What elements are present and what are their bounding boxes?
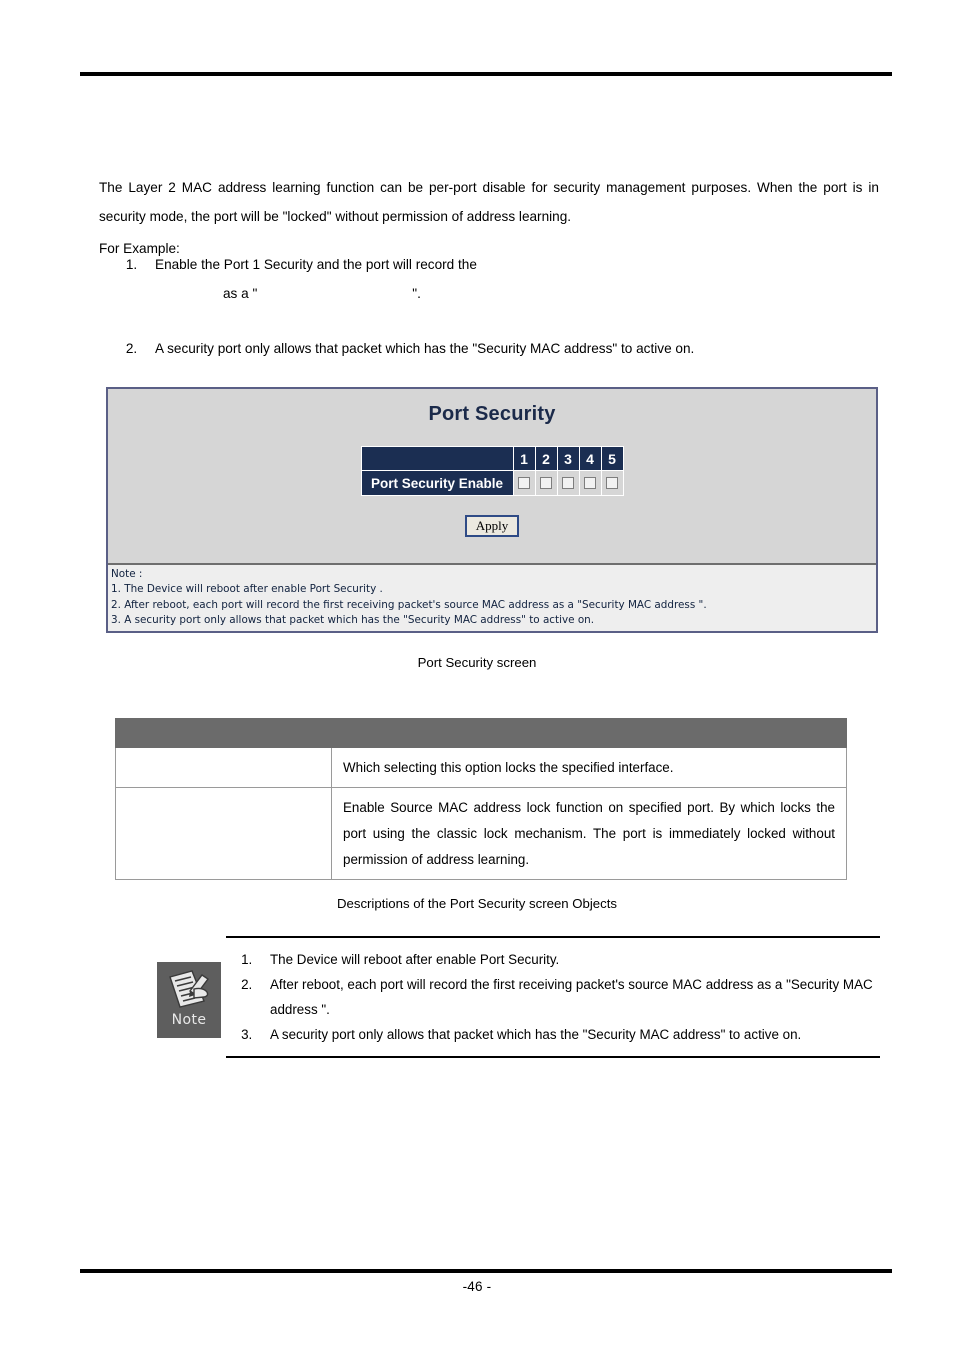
list-item: After reboot, each port will record the … (256, 972, 880, 1022)
note-rule-bottom (226, 1056, 880, 1058)
port-security-checkbox-cell-5[interactable] (600, 470, 624, 496)
table-corner-cell (360, 446, 514, 471)
list-item: A security port only allows that packet … (256, 1022, 880, 1047)
desc-header-description (331, 718, 847, 748)
screen-note-panel: Note : 1. The Device will reboot after e… (108, 563, 876, 631)
desc-description-2: Enable Source MAC address lock function … (331, 787, 847, 880)
port-security-checkbox-cell-3[interactable] (556, 470, 580, 496)
screen-note-line-0: Note : (111, 568, 143, 581)
checkbox-icon-port-1[interactable] (518, 476, 530, 489)
screen-note-line-1: 1. The Device will reboot after enable P… (111, 583, 383, 596)
table-header-row: 1 2 3 4 5 (360, 446, 624, 471)
descriptions-table-caption: Descriptions of the Port Security screen… (337, 896, 617, 911)
example-2-line1: A security port only allows that packet … (155, 341, 695, 356)
port-header-2: 2 (534, 446, 558, 471)
example-list: Enable the Port 1 Security and the port … (99, 250, 879, 363)
port-header-3: 3 (556, 446, 580, 471)
port-security-checkbox-cell-2[interactable] (534, 470, 558, 496)
example-1-line1: Enable the Port 1 Security and the port … (155, 257, 477, 272)
screen-note-line-2: 2. After reboot, each port will record t… (111, 598, 707, 611)
port-header-1: 1 (512, 446, 536, 471)
desc-description-1: Which selecting this option locks the sp… (331, 747, 847, 788)
note-callout: The Device will reboot after enable Port… (226, 936, 880, 1058)
port-security-checkbox-cell-4[interactable] (578, 470, 602, 496)
port-security-table-wrapper: 1 2 3 4 5 Port Security Enable (108, 446, 876, 496)
screen-note-line-3: 3. A security port only allows that pack… (111, 613, 595, 626)
list-item: Enable the Port 1 Security and the port … (141, 250, 879, 308)
table-row: Which selecting this option locks the sp… (115, 747, 847, 788)
port-security-checkbox-cell-1[interactable] (512, 470, 536, 496)
list-item: A security port only allows that packet … (141, 334, 879, 363)
desc-header-object (115, 718, 332, 748)
checkbox-icon-port-3[interactable] (562, 476, 574, 489)
checkbox-icon-port-2[interactable] (540, 476, 552, 489)
example-1-prefix: as a " (223, 286, 258, 301)
note-list: The Device will reboot after enable Port… (226, 938, 880, 1056)
table-row: Enable Source MAC address lock function … (115, 787, 847, 880)
intro-paragraph: The Layer 2 MAC address learning functio… (99, 179, 879, 224)
port-header-5: 5 (600, 446, 624, 471)
screen-title: Port Security (428, 403, 556, 425)
example-1-suffix: ". (412, 286, 421, 301)
screen-caption: Port Security screen (417, 655, 537, 670)
port-header-4: 4 (578, 446, 602, 471)
checkbox-icon-port-4[interactable] (584, 476, 596, 489)
table-header-row (115, 718, 847, 748)
checkbox-icon-port-5[interactable] (606, 476, 618, 489)
apply-button[interactable]: Apply (464, 515, 520, 537)
page-header-rule (80, 72, 892, 76)
apply-button-wrapper: Apply (108, 515, 876, 537)
example-1-line2: as a " ". (155, 279, 879, 308)
port-security-table: 1 2 3 4 5 Port Security Enable (360, 446, 624, 496)
desc-object-1 (115, 747, 332, 788)
descriptions-table: Which selecting this option locks the sp… (115, 718, 847, 880)
page-number: -46 - (462, 1279, 492, 1294)
page-footer-rule (80, 1269, 892, 1273)
list-item: The Device will reboot after enable Port… (256, 947, 880, 972)
note-icon: Note (157, 962, 221, 1038)
table-row: Port Security Enable (360, 470, 624, 496)
note-icon-label: Note (171, 1012, 207, 1028)
note-pencil-document-icon (169, 970, 210, 1008)
port-security-enable-label: Port Security Enable (360, 470, 514, 496)
port-security-screen: Port Security 1 2 3 4 5 Port Security En… (106, 387, 878, 633)
desc-object-2 (115, 787, 332, 880)
